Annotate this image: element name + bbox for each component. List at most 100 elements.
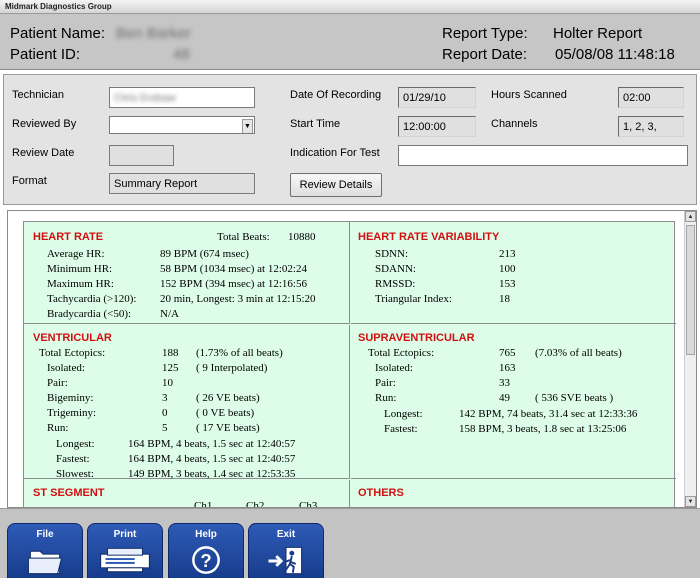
- ve-trigeminy-label: Trigeminy:: [47, 407, 97, 419]
- ve-longest-label: Longest:: [56, 438, 95, 450]
- format-label: Format: [12, 175, 47, 187]
- ve-slowest-label: Slowest:: [56, 468, 94, 480]
- sve-run-label: Run:: [375, 392, 397, 404]
- ve-fastest-label: Fastest:: [56, 453, 90, 465]
- chevron-down-icon[interactable]: ▼: [242, 119, 253, 133]
- patient-name-label: Patient Name:: [10, 25, 106, 42]
- ve-fastest-value: 164 BPM, 4 beats, 1.5 sec at 12:40:57: [128, 453, 296, 465]
- window-title: Midmark Diagnostics Group: [5, 2, 112, 11]
- report-date-value: 05/08/08 11:48:18: [555, 46, 675, 63]
- patient-name-value: Ben Barker: [116, 25, 192, 42]
- sve-total-ectopics-value: 765: [499, 347, 516, 359]
- maximum-hr-value: 152 BPM (394 msec) at 12:16:56: [160, 278, 307, 290]
- ventricular-title: VENTRICULAR: [33, 332, 112, 344]
- bottom-toolbar: File Print Help ? Exit: [0, 508, 700, 578]
- report-viewer[interactable]: HEART RATE Total Beats: 10880 Average HR…: [7, 210, 697, 508]
- review-date-label: Review Date: [12, 147, 75, 159]
- ve-bigeminy-label: Bigeminy:: [47, 392, 94, 404]
- total-beats-label: Total Beats:: [217, 231, 270, 243]
- printer-icon: [100, 547, 150, 573]
- st-column-ch1: Ch1: [194, 500, 213, 508]
- hrv-title: HEART RATE VARIABILITY: [358, 231, 500, 243]
- patient-id-label: Patient ID:: [10, 46, 81, 63]
- minimum-hr-label: Minimum HR:: [47, 263, 113, 275]
- scroll-down-icon[interactable]: ▼: [685, 496, 696, 507]
- st-column-ch3: Ch3: [299, 500, 318, 508]
- minimum-hr-value: 58 BPM (1034 msec) at 12:02:24: [160, 263, 307, 275]
- file-button-label: File: [36, 529, 54, 540]
- reviewed-by-select[interactable]: ▼: [109, 116, 255, 134]
- patient-id-value: 48: [173, 46, 190, 63]
- help-button[interactable]: Help ?: [168, 523, 244, 578]
- rmssd-value: 153: [499, 278, 516, 290]
- folder-icon: [27, 550, 63, 575]
- report-scrollbar[interactable]: ▲ ▼: [684, 211, 696, 507]
- ventricular-section: VENTRICULAR Total Ectopics: 188 (1.73% o…: [24, 325, 350, 480]
- report-type-value: Holter Report: [553, 25, 643, 42]
- ve-isolated-value: 125: [162, 362, 179, 374]
- sve-run-note: ( 536 SVE beats ): [535, 392, 614, 404]
- ve-isolated-label: Isolated:: [47, 362, 85, 374]
- sdann-value: 100: [499, 263, 516, 275]
- st-column-ch2: Ch2: [246, 500, 265, 508]
- maximum-hr-label: Maximum HR:: [47, 278, 114, 290]
- ve-bigeminy-note: ( 26 VE beats): [196, 392, 260, 404]
- bradycardia-value: N/A: [160, 308, 179, 320]
- review-details-button[interactable]: Review Details: [290, 173, 382, 197]
- date-of-recording-field: 01/29/10: [398, 87, 476, 108]
- svg-text:?: ?: [200, 550, 211, 571]
- others-section: OTHERS: [351, 480, 676, 507]
- print-button[interactable]: Print: [87, 523, 163, 578]
- exit-button[interactable]: Exit: [248, 523, 324, 578]
- help-icon: ?: [192, 546, 220, 574]
- ve-pair-label: Pair:: [47, 377, 68, 389]
- format-field[interactable]: Summary Report: [109, 173, 255, 194]
- supraventricular-section: SUPRAVENTRICULAR Total Ectopics: 765 (7.…: [351, 325, 676, 479]
- scrollbar-thumb[interactable]: [686, 225, 695, 355]
- sve-total-ectopics-label: Total Ectopics:: [368, 347, 435, 359]
- indication-field[interactable]: [398, 145, 688, 166]
- channels-label: Channels: [491, 118, 538, 130]
- ve-run-value: 5: [162, 422, 168, 434]
- ve-trigeminy-note: ( 0 VE beats): [196, 407, 255, 419]
- hrv-section: HEART RATE VARIABILITY SDNN: 213 SDANN: …: [351, 222, 676, 324]
- indication-label: Indication For Test: [290, 147, 380, 159]
- ve-pair-value: 10: [162, 377, 173, 389]
- tachycardia-label: Tachycardia (>120):: [47, 293, 137, 305]
- sve-fastest-label: Fastest:: [384, 423, 418, 435]
- file-button[interactable]: File: [7, 523, 83, 578]
- sve-longest-value: 142 BPM, 74 beats, 31.4 sec at 12:33:36: [459, 408, 638, 420]
- triangular-index-label: Triangular Index:: [375, 293, 452, 305]
- exit-icon: [268, 546, 303, 575]
- scroll-up-icon[interactable]: ▲: [685, 211, 696, 222]
- hours-scanned-value: 02:00: [623, 92, 651, 104]
- sdnn-label: SDNN:: [375, 248, 409, 260]
- ve-slowest-value: 149 BPM, 3 beats, 1.4 sec at 12:53:35: [128, 468, 296, 480]
- report-summary-grid: HEART RATE Total Beats: 10880 Average HR…: [23, 221, 676, 508]
- print-button-label: Print: [113, 529, 137, 540]
- ve-total-ectopics-label: Total Ectopics:: [39, 347, 106, 359]
- date-of-recording-label: Date Of Recording: [290, 89, 382, 101]
- sdann-label: SDANN:: [375, 263, 416, 275]
- tachycardia-value: 20 min, Longest: 3 min at 12:15:20: [160, 293, 316, 305]
- technician-label: Technician: [12, 89, 64, 101]
- heart-rate-section: HEART RATE Total Beats: 10880 Average HR…: [24, 222, 350, 324]
- st-segment-section: ST SEGMENT Ch1 Ch2 Ch3: [24, 480, 350, 508]
- ve-isolated-note: ( 9 Interpolated): [196, 362, 268, 374]
- sve-fastest-value: 158 BPM, 3 beats, 1.8 sec at 13:25:06: [459, 423, 627, 435]
- report-type-label: Report Type:: [442, 25, 528, 42]
- ve-bigeminy-value: 3: [162, 392, 168, 404]
- technician-field[interactable]: Chris Endsaw: [109, 87, 255, 108]
- date-of-recording-value: 01/29/10: [403, 92, 446, 104]
- ve-run-note: ( 17 VE beats): [196, 422, 260, 434]
- technician-value: Chris Endsaw: [114, 93, 176, 104]
- start-time-field: 12:00:00: [398, 116, 476, 137]
- ve-total-ectopics-note: (1.73% of all beats): [196, 347, 283, 359]
- sve-run-value: 49: [499, 392, 510, 404]
- bradycardia-label: Bradycardia (<50):: [47, 308, 132, 320]
- average-hr-value: 89 BPM (674 msec): [160, 248, 249, 260]
- st-segment-title: ST SEGMENT: [33, 487, 105, 499]
- patient-header: Patient Name: Ben Barker Patient ID: 48 …: [0, 14, 700, 70]
- review-date-field[interactable]: [109, 145, 174, 166]
- sdnn-value: 213: [499, 248, 516, 260]
